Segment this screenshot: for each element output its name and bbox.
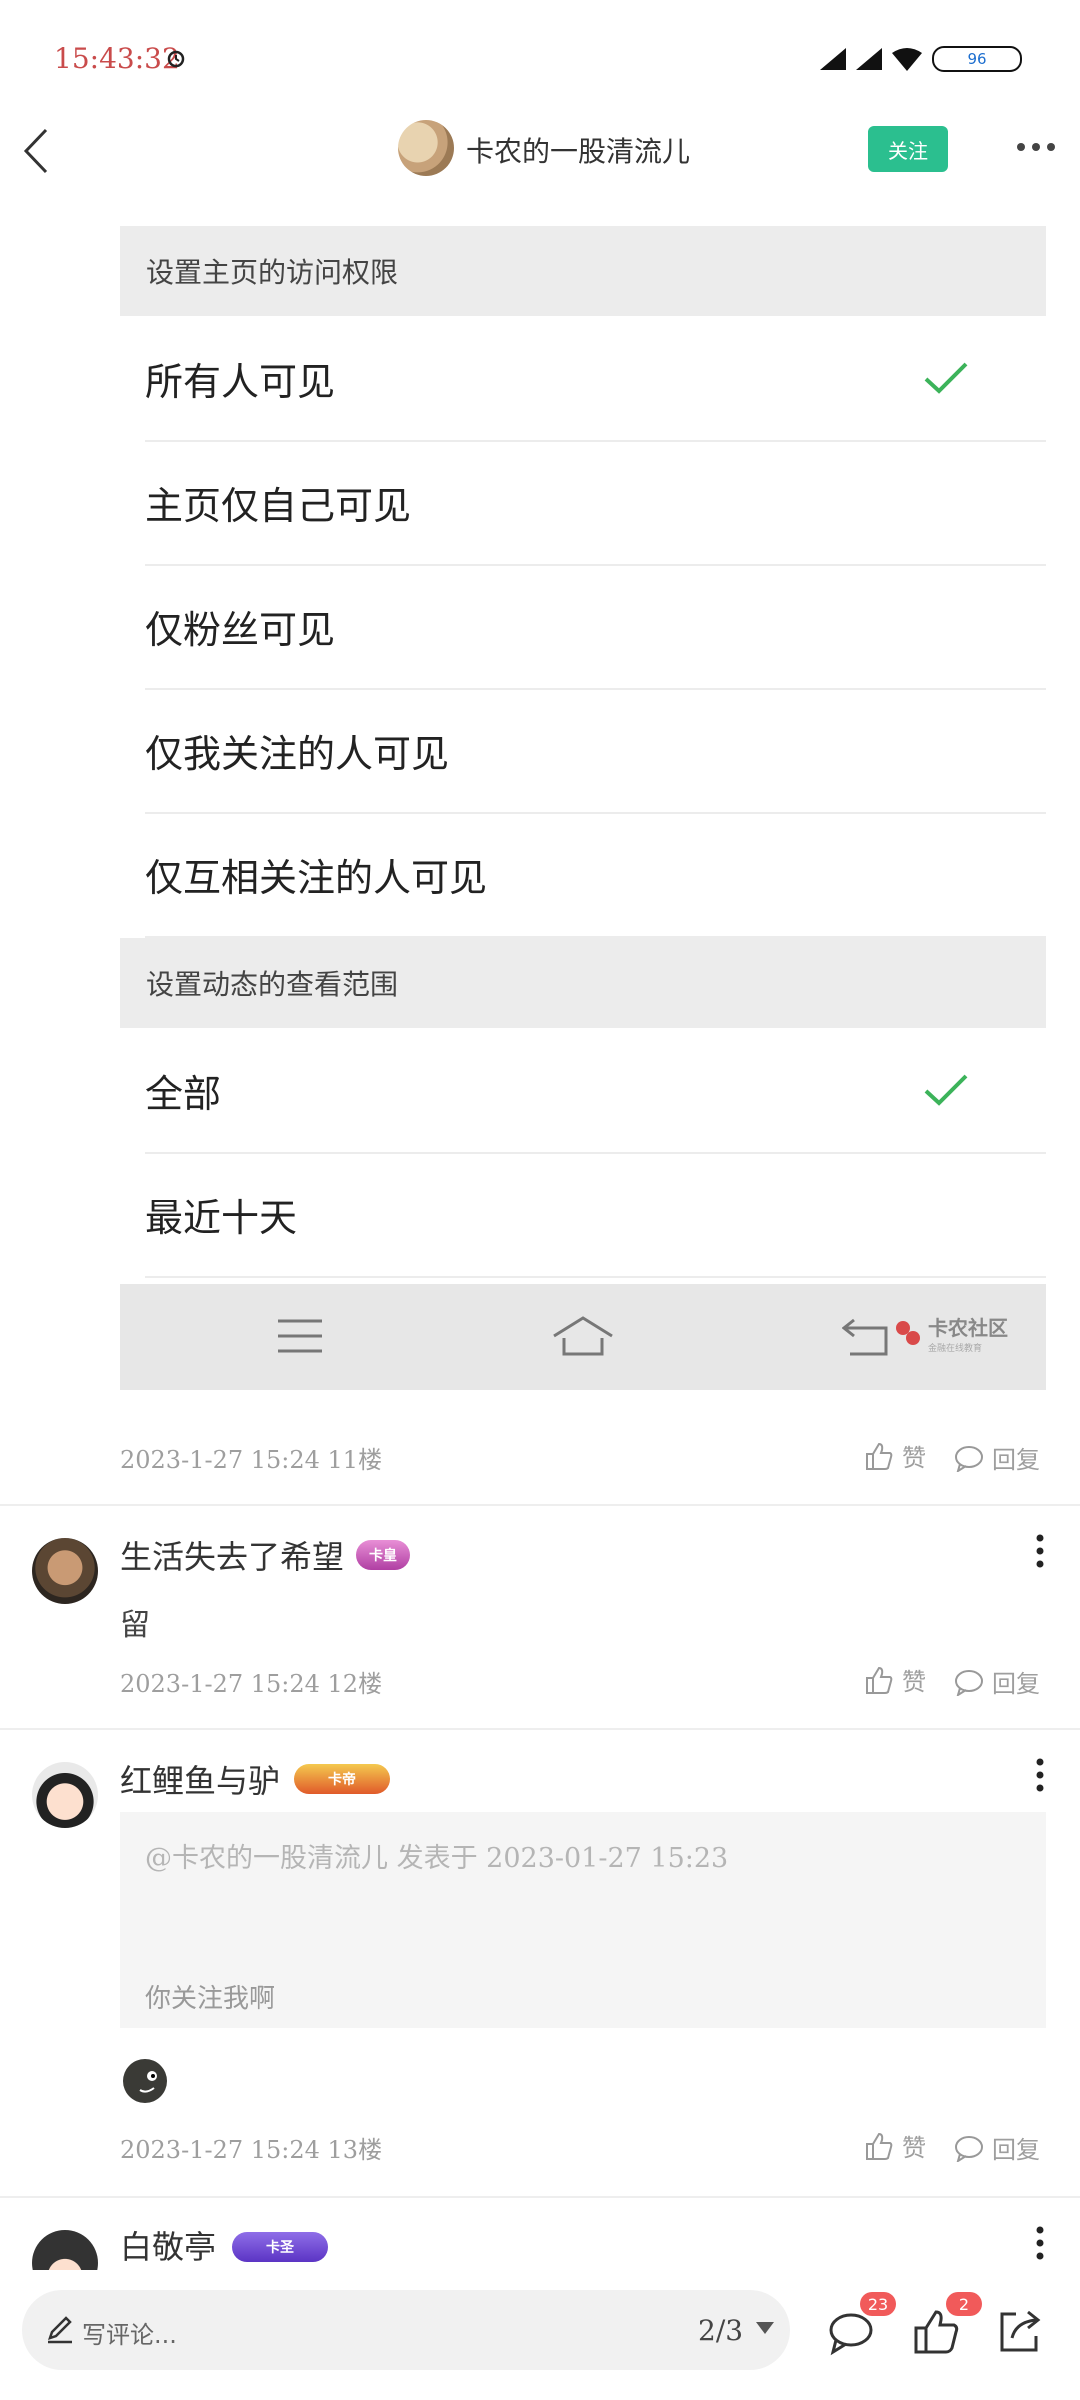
follow-button[interactable]: 关注 — [868, 126, 948, 172]
thumbs-up-icon — [866, 2132, 893, 2160]
kanong-logo-icon — [896, 1321, 920, 1345]
like-count-badge: 2 — [946, 2292, 982, 2316]
brand-subtitle: 金融在线教育 — [928, 1344, 983, 1354]
section-title: 设置动态的查看范围 — [146, 968, 399, 1001]
rank-badge: 卡帝 — [294, 1764, 390, 1794]
avatar[interactable] — [32, 1762, 98, 1828]
page-indicator[interactable]: 2/3 — [698, 2314, 743, 2347]
option-label: 仅粉丝可见 — [145, 607, 336, 652]
comment-icon — [955, 1669, 983, 1696]
reply-label: 回复 — [992, 2136, 1040, 2164]
option-fans-only[interactable]: 仅粉丝可见 — [145, 564, 1046, 690]
option-everyone[interactable]: 所有人可见 — [145, 316, 1046, 442]
signal-icon — [820, 48, 846, 70]
option-label: 仅我关注的人可见 — [145, 731, 450, 776]
option-label: 仅互相关注的人可见 — [145, 855, 488, 900]
option-self-only[interactable]: 主页仅自己可见 — [145, 440, 1046, 566]
quote-header: @卡农的一股清流儿 发表于 2023-01-27 15:23 — [145, 1843, 729, 1874]
post-meta: 2023-1-27 15:24 11楼 — [120, 1446, 383, 1474]
post-meta: 2023-1-27 15:24 12楼 — [120, 1670, 383, 1698]
comment-count-badge: 23 — [860, 2292, 896, 2316]
signal-icon-2 — [856, 48, 882, 70]
reply-button[interactable]: 回复 — [954, 1440, 1040, 1475]
dropdown-arrow-icon[interactable] — [756, 2322, 774, 2334]
pen-icon — [48, 2316, 72, 2344]
status-time: 15:43:32 — [54, 42, 180, 75]
divider — [0, 2196, 1080, 2198]
back-arrow-icon — [842, 1318, 888, 1356]
comment-icon — [955, 1445, 983, 1472]
option-all[interactable]: 全部 — [145, 1028, 1046, 1154]
section-title: 设置主页的访问权限 — [146, 256, 399, 289]
option-label: 最近十天 — [145, 1195, 298, 1240]
thumbs-up-icon — [866, 1666, 893, 1694]
option-label: 全部 — [145, 1071, 222, 1116]
divider — [0, 1728, 1080, 1730]
user-avatar[interactable] — [398, 120, 454, 176]
more-options-icon[interactable] — [1036, 1758, 1044, 1792]
back-icon[interactable] — [18, 126, 58, 176]
comment-placeholder[interactable]: 写评论... — [82, 2315, 177, 2350]
more-options-icon[interactable] — [1036, 1534, 1044, 1568]
quote-body: 你关注我啊 — [145, 1984, 276, 2014]
more-icon[interactable] — [1016, 142, 1056, 152]
menu-icon — [278, 1319, 322, 1353]
post-meta: 2023-1-27 15:24 13楼 — [120, 2136, 383, 2164]
thumbs-up-icon — [866, 1442, 893, 1470]
feed-range-header: 设置动态的查看范围 — [120, 938, 1046, 1028]
like-button[interactable]: 赞 — [864, 2128, 926, 2163]
like-label: 赞 — [902, 2134, 926, 2162]
like-button[interactable]: 赞 — [864, 1662, 926, 1697]
brand-logo: 卡农社区 金融在线教育 — [894, 1312, 1008, 1354]
status-icons: 96 — [820, 46, 1022, 72]
avatar[interactable] — [32, 1538, 98, 1604]
comment-author[interactable]: 白敬亭 — [120, 2222, 216, 2268]
reply-button[interactable]: 回复 — [954, 2130, 1040, 2165]
comment-text: 留 — [120, 1608, 150, 1643]
like-label: 赞 — [902, 1444, 926, 1472]
comment-author[interactable]: 红鲤鱼与驴 — [120, 1756, 280, 1802]
emoji-sticker-icon — [123, 2059, 167, 2103]
option-label: 主页仅自己可见 — [145, 483, 412, 528]
comment-icon — [955, 2135, 983, 2162]
rank-badge: 卡圣 — [232, 2232, 328, 2262]
reply-label: 回复 — [992, 1446, 1040, 1474]
battery-icon: 96 — [932, 46, 1022, 72]
option-recent-ten-days[interactable]: 最近十天 — [145, 1152, 1046, 1278]
like-button[interactable]: 赞 — [864, 1438, 926, 1473]
option-following-only[interactable]: 仅我关注的人可见 — [145, 688, 1046, 814]
home-icon — [553, 1316, 613, 1356]
rank-badge: 卡皇 — [356, 1540, 410, 1570]
option-label: 所有人可见 — [145, 359, 336, 404]
reply-label: 回复 — [992, 1670, 1040, 1698]
homepage-permission-header: 设置主页的访问权限 — [120, 226, 1046, 316]
share-icon[interactable] — [994, 2306, 1044, 2356]
battery-level: 96 — [967, 50, 987, 68]
divider — [0, 1504, 1080, 1506]
comment-author[interactable]: 生活失去了希望 — [120, 1532, 344, 1578]
wifi-icon — [892, 48, 922, 71]
check-icon — [924, 362, 968, 394]
more-options-icon[interactable] — [1036, 2226, 1044, 2260]
page-title: 卡农的一股清流儿 — [466, 135, 691, 168]
option-mutual-only[interactable]: 仅互相关注的人可见 — [145, 812, 1046, 938]
like-label: 赞 — [902, 1668, 926, 1696]
alarm-icon — [167, 50, 185, 68]
check-icon — [924, 1074, 968, 1106]
reply-button[interactable]: 回复 — [954, 1664, 1040, 1699]
brand-name: 卡农社区 — [928, 1316, 1008, 1340]
